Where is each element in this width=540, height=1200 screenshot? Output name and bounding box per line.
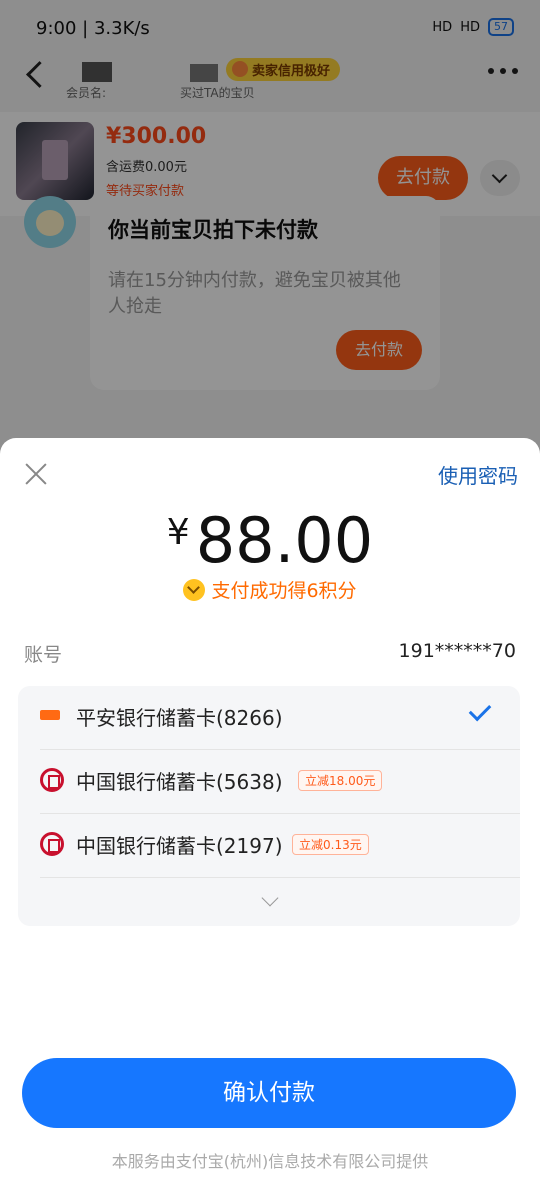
payment-method-item[interactable]: 平安银行储蓄卡(8266)	[18, 686, 520, 750]
payment-method-item[interactable]: 中国银行储蓄卡(5638) 立减18.00元	[18, 750, 520, 814]
account-label: 账号	[24, 644, 63, 666]
chevron-down-icon[interactable]	[261, 889, 279, 907]
card-name: 中国银行储蓄卡(5638)	[76, 770, 283, 794]
points-text: 支付成功得6积分	[211, 580, 357, 602]
discount-badge: 立减0.13元	[292, 834, 369, 855]
payment-sheet: 使用密码 ¥88.00 支付成功得6积分 账号 191******70 平安银行…	[0, 438, 540, 1200]
points-reward: 支付成功得6积分	[0, 576, 540, 603]
payment-method-item[interactable]: 中国银行储蓄卡(2197) 立减0.13元	[18, 814, 520, 878]
check-icon	[468, 698, 492, 722]
divider	[40, 877, 520, 878]
boc-bank-icon	[40, 768, 64, 792]
boc-bank-icon	[40, 832, 64, 856]
card-name: 中国银行储蓄卡(2197)	[76, 834, 283, 858]
service-provider-note: 本服务由支付宝(杭州)信息技术有限公司提供	[111, 1152, 429, 1171]
payment-amount: ¥88.00	[0, 504, 540, 577]
confirm-payment-button[interactable]: 确认付款	[22, 1058, 516, 1128]
use-password-link[interactable]: 使用密码	[438, 460, 518, 489]
currency-symbol: ¥	[166, 512, 190, 553]
payment-method-list: 平安银行储蓄卡(8266) 中国银行储蓄卡(5638) 立减18.00元 中国银…	[18, 686, 520, 926]
amount-value: 88.00	[195, 504, 374, 577]
pingan-bank-icon	[40, 710, 60, 720]
close-icon[interactable]	[22, 460, 50, 488]
discount-badge: 立减18.00元	[298, 770, 383, 791]
card-name: 平安银行储蓄卡(8266)	[76, 706, 283, 730]
account-value: 191******70	[398, 640, 516, 662]
points-coin-icon	[183, 579, 206, 601]
